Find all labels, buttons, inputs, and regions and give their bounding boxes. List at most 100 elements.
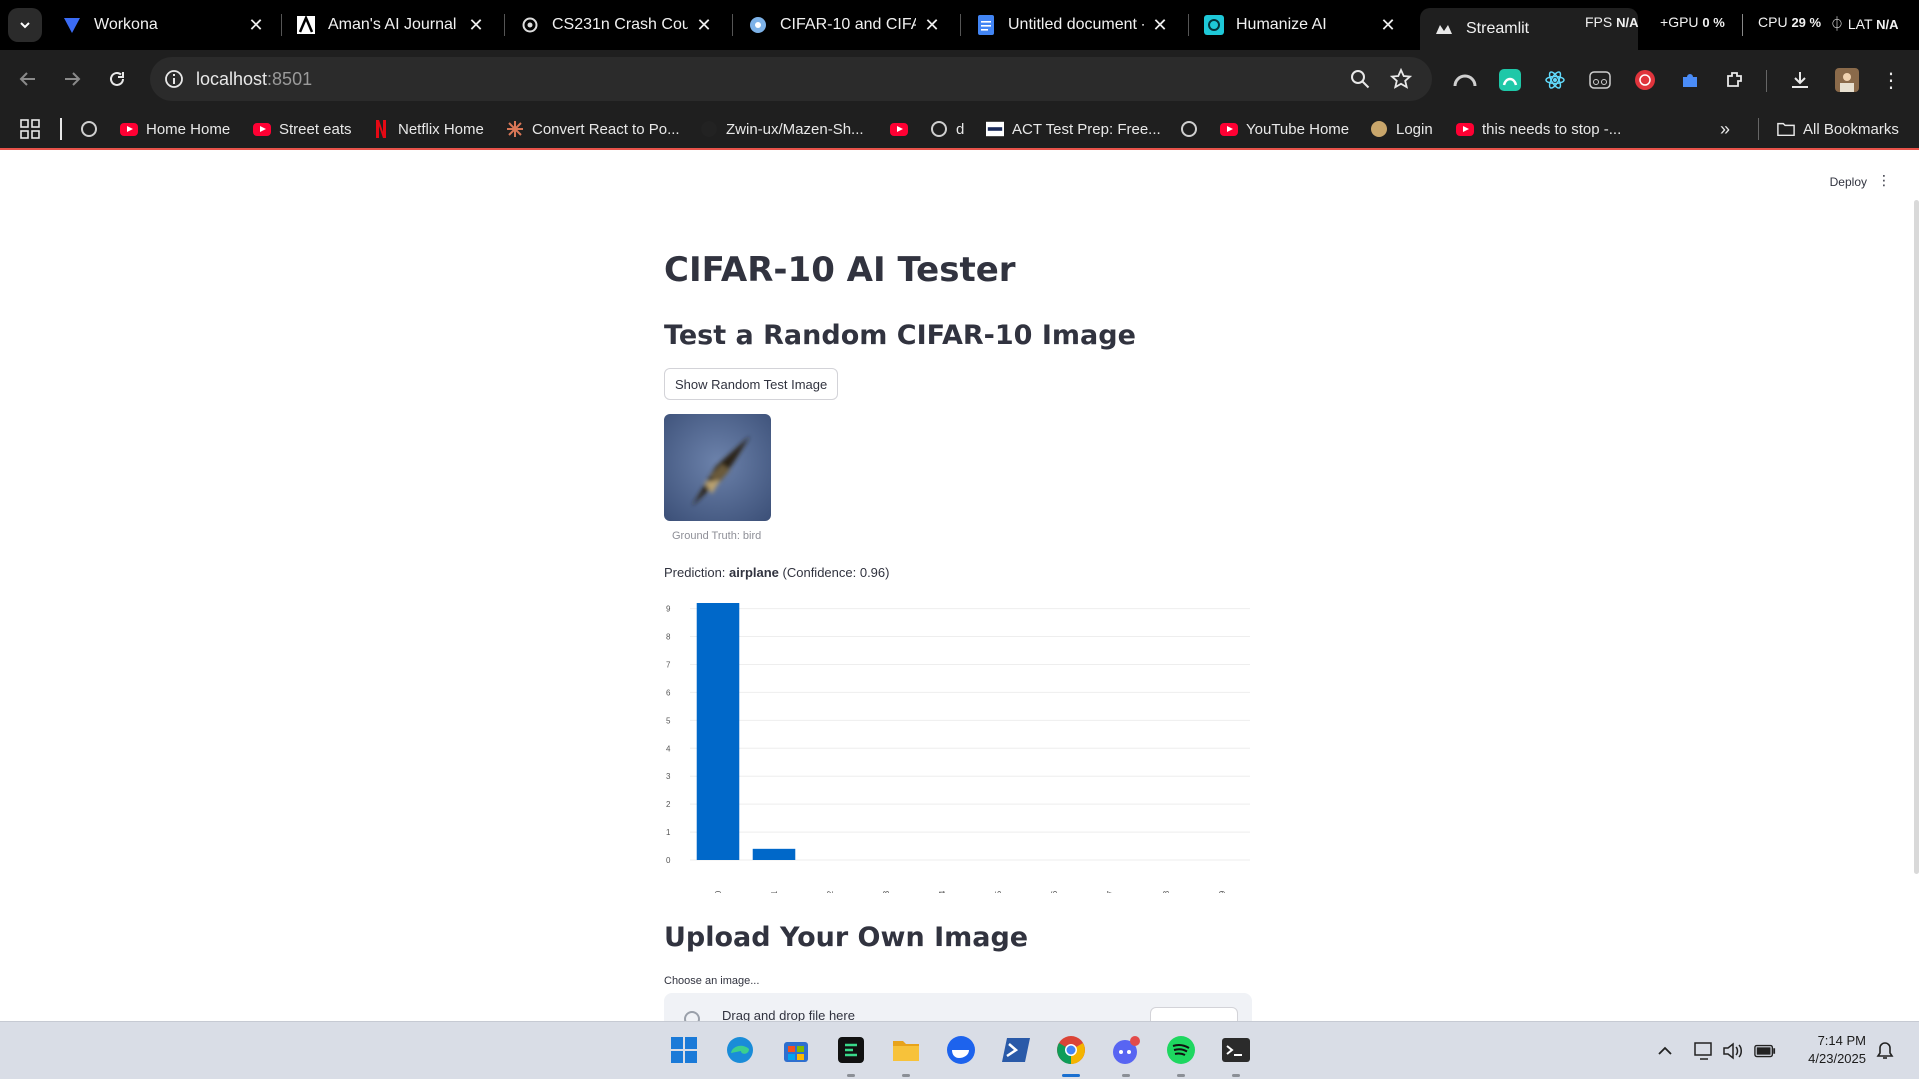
bookmark-globe-2[interactable] (1180, 118, 1206, 140)
close-icon[interactable]: ✕ (466, 15, 486, 35)
bar-1 (752, 848, 796, 860)
humanize-icon (1204, 15, 1224, 35)
bookmark-globe-1[interactable] (80, 118, 106, 140)
section-heading-upload: Upload Your Own Image (664, 922, 1029, 953)
close-icon[interactable]: ✕ (694, 15, 714, 35)
bookmark-youtube[interactable] (890, 118, 916, 140)
tab-cifar[interactable]: CIFAR-10 and CIFAR- ✕ (734, 6, 952, 44)
chrome-icon[interactable] (1055, 1034, 1087, 1066)
bookmark-street-eats[interactable]: Street eats (253, 118, 352, 140)
tab-humanize[interactable]: Humanize AI ✕ (1190, 6, 1408, 44)
bookmark-this-needs-to-stop[interactable]: this needs to stop -... (1456, 118, 1621, 140)
google-docs-icon (976, 15, 996, 35)
more-bookmarks-icon[interactable]: » (1720, 118, 1730, 140)
main-menu-icon[interactable]: ⋮ (1877, 172, 1891, 189)
close-icon[interactable]: ✕ (1378, 15, 1398, 35)
close-icon[interactable]: ✕ (246, 15, 266, 35)
star-icon[interactable] (1390, 68, 1412, 90)
system-clock[interactable]: 7:14 PM 4/23/2025 (1794, 1032, 1866, 1068)
chevron-down-icon (20, 22, 30, 29)
tab-journal[interactable]: Aman's AI Journal • F ✕ (282, 6, 496, 44)
download-icon[interactable] (1787, 67, 1813, 93)
extension-gauge-icon[interactable] (1452, 67, 1478, 93)
bookmark-convert-react[interactable]: Convert React to Po... (506, 118, 680, 140)
gpu-readout: +GPU 0 % (1660, 14, 1725, 30)
windows-start-icon[interactable] (668, 1034, 700, 1066)
github-icon (700, 120, 718, 138)
x-tick-label: 4 (938, 890, 947, 893)
tab-workona[interactable]: Workona ✕ (48, 6, 276, 44)
spotify-icon[interactable] (1165, 1034, 1197, 1066)
x-tick-label: 9 (1218, 890, 1227, 893)
bookmark-d[interactable]: d (930, 118, 964, 140)
close-icon[interactable]: ✕ (922, 15, 942, 35)
reload-button[interactable] (101, 63, 133, 95)
address-bar[interactable]: localhost:8501 (150, 57, 1432, 101)
apps-grid-icon[interactable] (20, 118, 40, 140)
extension-teal-icon[interactable] (1497, 67, 1523, 93)
show-random-image-button[interactable]: Show Random Test Image (664, 368, 839, 400)
powershell-icon[interactable] (1000, 1034, 1032, 1066)
volume-icon[interactable] (1722, 1040, 1744, 1062)
edge-icon[interactable] (724, 1034, 756, 1066)
y-tick-label: 3 (666, 772, 671, 781)
bookmark-youtube-home[interactable]: YouTube Home (1220, 118, 1349, 140)
bookmark-act[interactable]: ACT Test Prep: Free... (986, 118, 1161, 140)
profile-avatar[interactable] (1834, 67, 1860, 93)
menu-kebab-icon[interactable]: ⋮ (1878, 67, 1904, 93)
all-bookmarks-button[interactable]: All Bookmarks (1777, 118, 1899, 140)
chevron-up-icon[interactable] (1654, 1040, 1676, 1062)
tab-title: CS231n Crash Course (552, 16, 688, 33)
extension-glasses-icon[interactable] (1587, 67, 1613, 93)
close-icon[interactable]: ✕ (1150, 15, 1170, 35)
section-heading-random: Test a Random CIFAR-10 Image (664, 320, 1136, 351)
browser-toolbar: localhost:8501 ⋮ (0, 50, 1919, 108)
tab-search-button[interactable] (8, 8, 42, 42)
y-tick-label: 7 (666, 660, 671, 669)
discord-icon[interactable] (1110, 1034, 1142, 1066)
streamlit-icon (1434, 19, 1454, 39)
network-icon[interactable] (1694, 1040, 1716, 1062)
forward-button[interactable] (56, 63, 88, 95)
notification-bell-icon[interactable] (1874, 1040, 1896, 1062)
app-icon[interactable] (835, 1034, 867, 1066)
act-icon (986, 120, 1004, 138)
uploader-label: Choose an image... (664, 975, 760, 987)
y-tick-label: 2 (666, 800, 671, 809)
bookmark-netflix[interactable]: Netflix Home (372, 118, 484, 140)
back-button[interactable] (12, 63, 44, 95)
tab-title: Untitled document - (1008, 16, 1144, 33)
tab-cs231n[interactable]: CS231n Crash Course ✕ (506, 6, 724, 44)
youtube-icon (120, 120, 138, 138)
store-icon[interactable] (780, 1034, 812, 1066)
docker-icon[interactable] (945, 1034, 977, 1066)
y-tick-label: 1 (666, 828, 671, 837)
test-image (664, 414, 771, 521)
extensions-icon[interactable] (1722, 67, 1748, 93)
bookmark-login[interactable]: Login (1370, 118, 1433, 140)
globe-icon (1180, 120, 1198, 138)
extension-red-icon[interactable] (1632, 67, 1658, 93)
x-tick-label: 2 (826, 890, 835, 893)
terminal-icon[interactable] (1220, 1034, 1252, 1066)
site-info-icon[interactable] (164, 69, 184, 89)
tab-google-doc[interactable]: Untitled document - ✕ (962, 6, 1180, 44)
claude-icon (506, 120, 524, 138)
cifar-icon (748, 15, 768, 35)
bookmark-home-home[interactable]: Home Home (120, 118, 230, 140)
y-tick-label: 4 (666, 744, 671, 753)
x-tick-label: 3 (882, 890, 891, 893)
deploy-button[interactable]: Deploy (1830, 175, 1867, 189)
scrollbar[interactable] (1914, 200, 1919, 874)
netflix-icon (372, 120, 390, 138)
arrow-left-icon (19, 72, 35, 86)
file-explorer-icon[interactable] (890, 1034, 922, 1066)
puzzle-extension-icon[interactable] (1677, 67, 1703, 93)
react-devtools-icon[interactable] (1542, 67, 1568, 93)
bookmark-github[interactable]: Zwin-ux/Mazen-Sh... (700, 118, 864, 140)
bar-0 (696, 603, 740, 860)
zoom-icon[interactable] (1350, 69, 1370, 89)
battery-icon[interactable] (1754, 1040, 1776, 1062)
url-text[interactable]: localhost:8501 (196, 69, 312, 90)
journal-icon (296, 15, 316, 35)
